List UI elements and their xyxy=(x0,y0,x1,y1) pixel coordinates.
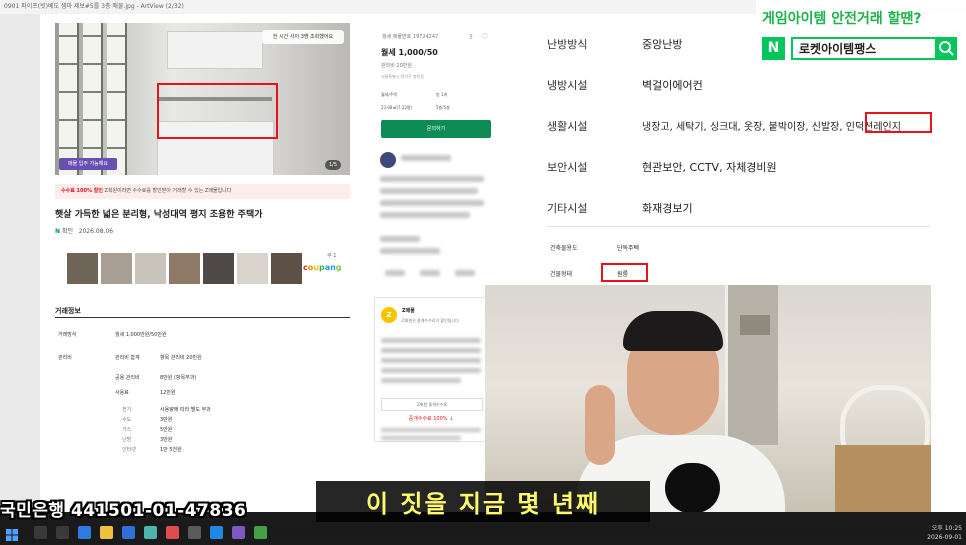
windows-start-icon[interactable] xyxy=(6,526,18,541)
info-value: 수도 xyxy=(122,417,132,423)
promo-banner: 수수료 100% 할인 Z회원이라면 수수료를 할인받아 거래할 수 있는 Z매… xyxy=(55,184,350,199)
detail-value: 현관보안, CCTV, 자체경비원 xyxy=(642,161,777,174)
clock-date: 2026-09-01 xyxy=(927,534,962,541)
info-label: 거래방식 xyxy=(58,332,77,338)
naver-check-icon: N xyxy=(55,228,61,235)
app-icon[interactable] xyxy=(166,526,179,539)
detail-value: 화재경보기 xyxy=(642,202,693,215)
webcam-video xyxy=(485,285,931,512)
ad-headline: 게임아이템 안전거래 할땐? xyxy=(762,11,922,27)
view-count-badge: 한 시간 사이 3명 조회했어요 xyxy=(262,30,344,44)
thumbnail[interactable] xyxy=(67,253,98,284)
detail-key: 보안시설 xyxy=(547,161,588,174)
search-icon[interactable] xyxy=(34,526,47,539)
detail-value: 벽걸이에어컨 xyxy=(642,79,703,92)
agent-avatar xyxy=(380,152,396,168)
photo-counter: 1/5 xyxy=(325,160,341,170)
naver-logo-icon: N xyxy=(762,37,785,60)
listing-number: 월세 매물번호 19724247 xyxy=(382,34,439,40)
ad-search-text: 로켓아이템팽스 xyxy=(799,42,877,56)
deal-info-title: 거래정보 xyxy=(55,307,81,315)
app-icon[interactable] xyxy=(122,526,135,539)
building-key: 건물형태 xyxy=(550,271,573,278)
building-key: 건축물용도 xyxy=(550,245,578,252)
spec-rooms: 방 1개 xyxy=(436,92,448,97)
detail-key: 생활시설 xyxy=(547,120,588,133)
detail-key: 냉방시설 xyxy=(547,79,588,92)
address: 서울특별시 관악구 봉천동 xyxy=(381,74,425,79)
app-icon[interactable] xyxy=(254,526,267,539)
detail-key: 기타시설 xyxy=(547,202,588,215)
info-value: 난방 xyxy=(122,437,132,443)
building-value: 단독주택 xyxy=(617,245,640,252)
info-extra: 1만 5천원 xyxy=(160,447,182,453)
info-value: 사용료 xyxy=(115,390,129,396)
divider xyxy=(547,226,930,227)
confirm-info: N 확인 2026.08.06 xyxy=(55,226,113,235)
clock-time: 오후 10:25 xyxy=(931,525,962,532)
subtitle-text: 이 짓을 지금 몇 년째 xyxy=(365,490,601,518)
coupang-logo[interactable]: coupang xyxy=(303,263,342,272)
thumbnail[interactable] xyxy=(271,253,302,284)
ad-label: 쿠 1 xyxy=(327,253,337,259)
price: 월세 1,000/50 xyxy=(381,48,438,57)
app-icon[interactable] xyxy=(144,526,157,539)
thumbnail-strip xyxy=(67,253,302,284)
info-extra: 사용량에 따라 별도 부과 xyxy=(160,407,211,413)
thumbnail[interactable] xyxy=(101,253,132,284)
z-fee-button[interactable]: Z회원 중개수수료 xyxy=(381,398,483,411)
info-value: 인터넷 xyxy=(122,447,136,453)
app-icon[interactable] xyxy=(210,526,223,539)
info-extra: 8만원 (항목부과) xyxy=(160,375,197,381)
bank-account-text: 국민은행 441501-01-47836 xyxy=(0,501,247,521)
highlight-box-sink xyxy=(157,83,278,139)
search-icon xyxy=(935,37,957,60)
thumbnail[interactable] xyxy=(237,253,268,284)
promo-text: Z회원이라면 수수료를 할인받아 거래할 수 있는 Z매물입니다 xyxy=(104,188,232,194)
confirm-date: 2026.08.06 xyxy=(78,228,114,235)
spec-type: 월세/주택 xyxy=(381,92,398,97)
highlight-box-induction xyxy=(865,112,932,133)
info-value: 가스 xyxy=(122,427,132,433)
z-fee-discount: 중개수수료 100% ↓ xyxy=(408,416,454,422)
detail-value: 냉장고, 세탁기, 싱크대, 옷장, 붙박이장, 신발장, 인덕션레인지 xyxy=(642,122,901,133)
app-icon[interactable] xyxy=(188,526,201,539)
contact-button[interactable]: 문의하기 xyxy=(381,120,491,138)
spec-floor: 5층/5층 xyxy=(436,105,450,110)
task-view-icon[interactable] xyxy=(56,526,69,539)
promo-label: 수수료 100% 할인 xyxy=(61,188,103,194)
highlight-box-oneroom xyxy=(601,263,648,282)
photo-tag: 매물 입주 가능해요 xyxy=(59,158,117,170)
heart-icon[interactable]: ♡ xyxy=(481,32,488,41)
listing-title: 햇살 가득한 넓은 분리형, 낙성대역 평지 조용한 주택가 xyxy=(55,210,263,220)
thumbnail[interactable] xyxy=(169,253,200,284)
z-logo-icon: Z xyxy=(381,307,397,323)
info-value: 관리비 합계 xyxy=(115,355,140,361)
detail-key: 난방방식 xyxy=(547,38,588,51)
thumbnail[interactable] xyxy=(203,253,234,284)
divider xyxy=(55,317,350,318)
info-extra: 3만원 xyxy=(160,437,173,443)
detail-value: 중앙난방 xyxy=(642,38,683,51)
info-extra: 3만원 xyxy=(160,417,173,423)
share-icon[interactable]: ⇪ xyxy=(468,33,474,41)
thumbnail[interactable] xyxy=(135,253,166,284)
info-label: 관리비 xyxy=(58,355,72,361)
app-icon[interactable] xyxy=(232,526,245,539)
confirm-label: 확인 xyxy=(61,228,73,235)
management-fee: 관리비 20만원 xyxy=(381,63,412,69)
info-value: 월세 1,000만원/50만원 xyxy=(115,332,167,338)
info-value: 전기 xyxy=(122,407,132,413)
info-extra: 5만원 xyxy=(160,427,173,433)
spec-area: 23.68㎡(7.22평) xyxy=(381,105,413,110)
info-extra: 12만원 xyxy=(160,390,176,396)
z-description: Z회원은 중개수수료가 할인됩니다 xyxy=(402,318,459,323)
info-value: 공용 관리비 xyxy=(115,375,140,381)
info-extra: 항목 관리비 20만원 xyxy=(160,355,202,361)
system-clock[interactable]: 오후 10:25 2026-09-01 xyxy=(920,524,962,542)
folder-icon[interactable] xyxy=(100,526,113,539)
edge-icon[interactable] xyxy=(78,526,91,539)
z-title: Z매물 xyxy=(402,308,415,314)
